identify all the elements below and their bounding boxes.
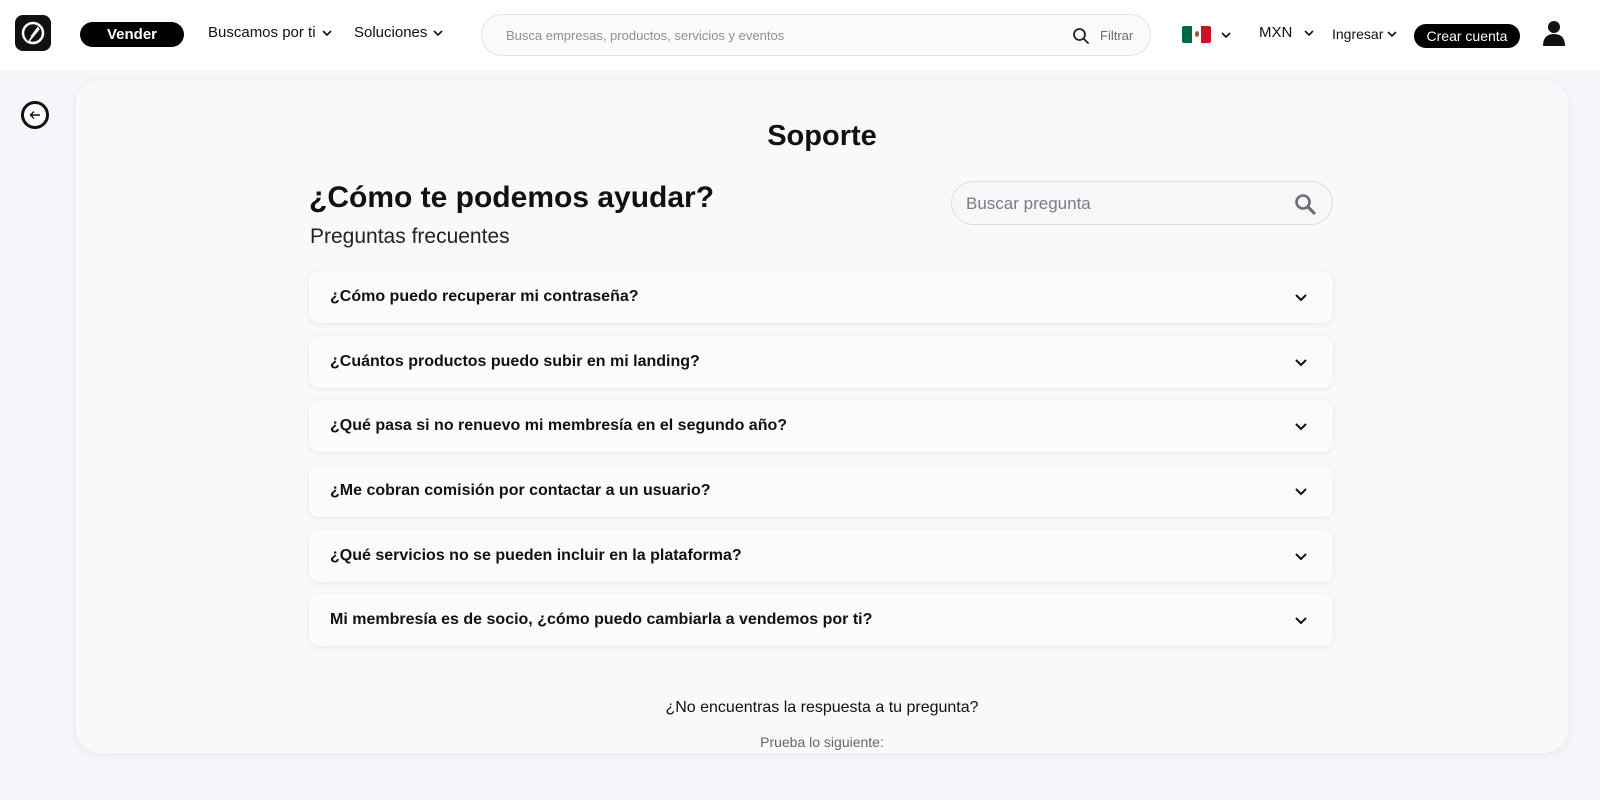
- create-account-button[interactable]: Crear cuenta: [1414, 24, 1520, 48]
- mexico-flag-icon[interactable]: [1182, 26, 1211, 43]
- support-card: Soporte ¿Cómo te podemos ayudar? Pregunt…: [76, 80, 1568, 753]
- faq-question: ¿Cómo puedo recuperar mi contraseña?: [330, 288, 639, 305]
- chevron-down-icon: [1387, 31, 1397, 38]
- back-arrow-icon: [29, 111, 40, 119]
- faq-item[interactable]: ¿Cuántos productos puedo subir en mi lan…: [309, 336, 1333, 388]
- faq-question: ¿Qué servicios no se pueden incluir en l…: [330, 547, 742, 564]
- page-title: Soporte: [767, 120, 877, 152]
- currency-dropdown[interactable]: MXN: [1259, 24, 1315, 41]
- chevron-down-icon[interactable]: [1220, 29, 1232, 41]
- faq-item[interactable]: ¿Qué pasa si no renuevo mi membresía en …: [309, 400, 1333, 452]
- login-dropdown[interactable]: Ingresar: [1332, 26, 1398, 42]
- chevron-down-icon: [1295, 553, 1307, 561]
- chevron-down-icon: [321, 29, 332, 36]
- top-navbar: Vender Buscamos por ti Soluciones Busca …: [0, 0, 1600, 70]
- try-following-text: Prueba lo siguiente:: [760, 734, 884, 750]
- global-search-input[interactable]: Busca empresas, productos, servicios y e…: [481, 14, 1151, 56]
- soluciones-dropdown[interactable]: Soluciones: [354, 24, 444, 41]
- back-button[interactable]: [21, 101, 49, 129]
- chevron-down-icon: [433, 29, 443, 36]
- search-icon[interactable]: [1072, 27, 1090, 45]
- chevron-down-icon: [1295, 359, 1307, 367]
- faq-search-field[interactable]: [951, 181, 1333, 225]
- chevron-down-icon: [1295, 423, 1307, 431]
- soluciones-label: Soluciones: [354, 24, 428, 41]
- user-icon[interactable]: [1542, 20, 1566, 46]
- vender-button[interactable]: Vender: [80, 22, 184, 47]
- faq-subheadline: Preguntas frecuentes: [310, 225, 510, 248]
- search-icon[interactable]: [1294, 193, 1316, 215]
- no-answer-text: ¿No encuentras la respuesta a tu pregunt…: [665, 699, 979, 716]
- faq-question: ¿Cuántos productos puedo subir en mi lan…: [330, 353, 700, 370]
- global-search-placeholder: Busca empresas, productos, servicios y e…: [506, 27, 785, 43]
- filter-button[interactable]: Filtrar: [1100, 28, 1133, 43]
- chevron-down-icon: [1295, 488, 1307, 496]
- chevron-down-icon: [1295, 617, 1307, 625]
- faq-item[interactable]: ¿Qué servicios no se pueden incluir en l…: [309, 530, 1333, 582]
- brand-logo-icon[interactable]: [15, 15, 51, 51]
- faq-item[interactable]: ¿Me cobran comisión por contactar a un u…: [309, 465, 1333, 517]
- faq-item[interactable]: ¿Cómo puedo recuperar mi contraseña?: [309, 271, 1333, 323]
- faq-search-input[interactable]: [966, 192, 1286, 216]
- faq-question: Mi membresía es de socio, ¿cómo puedo ca…: [330, 611, 873, 628]
- chevron-down-icon: [1304, 29, 1314, 36]
- currency-label: MXN: [1259, 24, 1293, 41]
- login-label: Ingresar: [1332, 26, 1384, 42]
- buscamos-por-ti-label: Buscamos por ti: [208, 24, 316, 41]
- faq-question: ¿Qué pasa si no renuevo mi membresía en …: [330, 417, 788, 434]
- chevron-down-icon: [1295, 294, 1307, 302]
- faq-question: ¿Me cobran comisión por contactar a un u…: [330, 482, 711, 499]
- help-headline: ¿Cómo te podemos ayudar?: [309, 181, 715, 214]
- faq-item[interactable]: Mi membresía es de socio, ¿cómo puedo ca…: [309, 594, 1333, 646]
- buscamos-por-ti-dropdown[interactable]: Buscamos por ti: [208, 24, 333, 41]
